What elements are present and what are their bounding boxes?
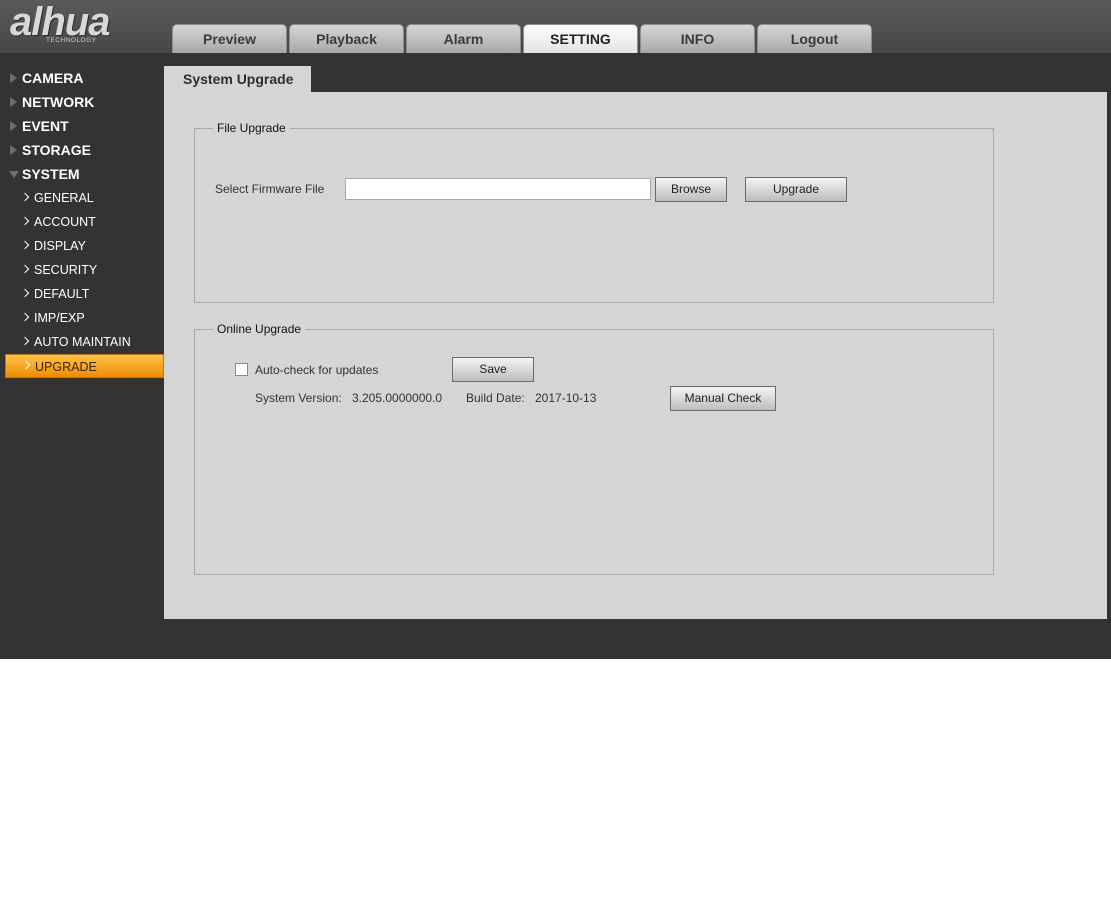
sidebar-section-label: EVENT [22, 118, 69, 134]
sidebar-section-label: NETWORK [22, 94, 95, 110]
header-bar: alhua TECHNOLOGY Preview Playback Alarm … [0, 0, 1111, 53]
triangle-right-icon [10, 121, 17, 131]
select-firmware-label: Select Firmware File [215, 182, 325, 196]
chevron-right-icon [20, 288, 30, 298]
chevron-right-icon [20, 336, 30, 346]
sidebar-item-label: AUTO MAINTAIN [34, 335, 131, 349]
settings-sidebar: CAMERA NETWORK EVENT STORAGE SYSTEM GENE… [0, 66, 164, 378]
file-upgrade-group: File Upgrade Select Firmware File Browse… [194, 121, 994, 303]
upgrade-button[interactable]: Upgrade [745, 177, 847, 202]
dahua-logo: alhua TECHNOLOGY [10, 2, 145, 46]
logo-wordmark: alhua [10, 0, 110, 44]
online-upgrade-legend: Online Upgrade [213, 322, 306, 337]
build-date-label: Build Date: [466, 391, 525, 405]
sidebar-item-label: DISPLAY [34, 239, 86, 253]
chevron-right-icon [20, 312, 30, 322]
sidebar-section-event[interactable]: EVENT [0, 114, 164, 138]
sidebar-item-account[interactable]: ACCOUNT [0, 210, 164, 234]
page-title-tab: System Upgrade [164, 66, 311, 92]
sidebar-section-system[interactable]: SYSTEM [0, 162, 164, 186]
chevron-right-icon [20, 216, 30, 226]
sidebar-item-security[interactable]: SECURITY [0, 258, 164, 282]
browse-button[interactable]: Browse [655, 177, 727, 202]
chevron-right-icon [20, 264, 30, 274]
app-window: alhua TECHNOLOGY Preview Playback Alarm … [0, 0, 1111, 659]
save-button[interactable]: Save [452, 357, 534, 382]
file-upgrade-legend: File Upgrade [213, 121, 290, 136]
sidebar-item-label: GENERAL [34, 191, 94, 205]
triangle-right-icon [10, 97, 17, 107]
triangle-right-icon [10, 145, 17, 155]
sidebar-item-label: ACCOUNT [34, 215, 96, 229]
sidebar-item-label: IMP/EXP [34, 311, 85, 325]
sidebar-item-default[interactable]: DEFAULT [0, 282, 164, 306]
sidebar-section-label: SYSTEM [22, 166, 80, 182]
triangle-down-icon [9, 171, 19, 178]
tab-logout[interactable]: Logout [757, 24, 872, 53]
sidebar-item-label: UPGRADE [35, 360, 97, 374]
firmware-file-input[interactable] [345, 178, 651, 200]
chevron-right-icon [20, 192, 30, 202]
sidebar-item-upgrade[interactable]: UPGRADE [5, 354, 164, 378]
online-upgrade-group: Online Upgrade Auto-check for updates Sa… [194, 322, 994, 575]
auto-check-label: Auto-check for updates [255, 363, 379, 377]
tab-playback[interactable]: Playback [289, 24, 404, 53]
manual-check-button[interactable]: Manual Check [670, 386, 776, 411]
sidebar-item-imp-exp[interactable]: IMP/EXP [0, 306, 164, 330]
chevron-right-icon [21, 360, 31, 370]
sidebar-section-storage[interactable]: STORAGE [0, 138, 164, 162]
logo-subtitle: TECHNOLOGY [46, 37, 97, 44]
tab-info[interactable]: INFO [640, 24, 755, 53]
tab-alarm[interactable]: Alarm [406, 24, 521, 53]
tab-setting[interactable]: SETTING [523, 24, 638, 53]
chevron-right-icon [20, 240, 30, 250]
sidebar-section-camera[interactable]: CAMERA [0, 66, 164, 90]
sidebar-section-network[interactable]: NETWORK [0, 90, 164, 114]
build-date-value: 2017-10-13 [535, 391, 597, 405]
sidebar-item-display[interactable]: DISPLAY [0, 234, 164, 258]
sidebar-item-general[interactable]: GENERAL [0, 186, 164, 210]
system-version-value: 3.205.0000000.0 [352, 391, 443, 405]
sidebar-item-label: DEFAULT [34, 287, 90, 301]
triangle-right-icon [10, 73, 17, 83]
sidebar-item-auto-maintain[interactable]: AUTO MAINTAIN [0, 330, 164, 354]
sidebar-item-label: SECURITY [34, 263, 98, 277]
sidebar-section-label: STORAGE [22, 142, 91, 158]
content-panel: File Upgrade Select Firmware File Browse… [164, 92, 1107, 619]
tab-preview[interactable]: Preview [172, 24, 287, 53]
auto-check-checkbox[interactable] [235, 363, 248, 376]
main-nav: Preview Playback Alarm SETTING INFO Logo… [172, 24, 874, 53]
sidebar-section-label: CAMERA [22, 70, 84, 86]
system-version-label: System Version: [255, 391, 342, 405]
